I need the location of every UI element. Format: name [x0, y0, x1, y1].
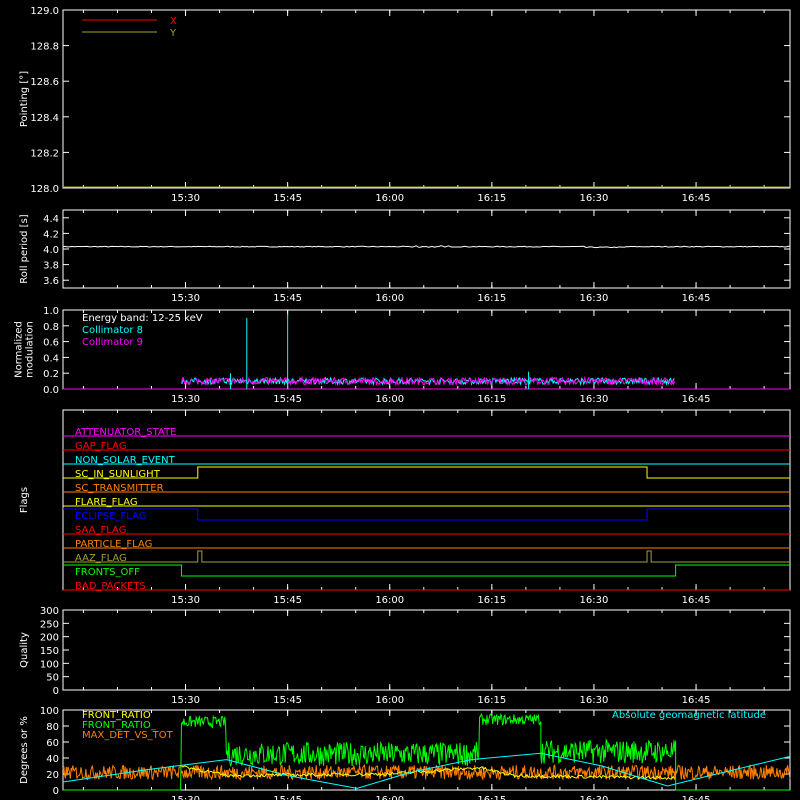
roll-period-series	[62, 245, 791, 249]
panel-modulation: 15:30 15:45 16:00 16:15 16:30 16:45 0.0 0.2 0.4 0…	[14, 306, 791, 405]
flag-label-eclipse-flag: ECLIPSE_FLAG	[75, 511, 146, 522]
y-tick-label: 100	[40, 706, 59, 717]
y-tick-label: 128.8	[30, 42, 59, 53]
legend-label-max-det-vs-tot: MAX_DET_VS_TOT	[82, 730, 174, 741]
x-tick-label: 16:45	[682, 795, 711, 800]
y-tick-label: 200	[40, 633, 59, 644]
y-tick-label: 250	[40, 619, 59, 630]
panel-frame	[62, 209, 791, 289]
y-tick-label: 0.8	[43, 322, 59, 333]
y-tick-label: 0.6	[43, 338, 59, 349]
rhessi-quicklook-chart: 15:30 15:45 16:00 16:15 16:30 16:45 128.0 128.2…	[14, 6, 791, 800]
y-tick-label: 40	[46, 754, 59, 765]
x-tick-label: 16:00	[375, 293, 404, 304]
y-axis-label: Flags	[19, 487, 30, 513]
energy-band-annotation: Energy band: 12-25 keV	[82, 313, 203, 324]
x-tick-label: 15:45	[273, 193, 302, 204]
x-tick-label: 16:45	[682, 293, 711, 304]
flag-trace-sc-in-sunlight	[63, 466, 790, 479]
flag-trace-aaz-flag	[63, 550, 790, 563]
legend-label-geomagnetic-latitude: Absolute geomagnetic latitude	[612, 710, 766, 721]
x-tick-label: 15:45	[273, 394, 302, 405]
y-tick-label: 80	[46, 722, 59, 733]
y-tick-label: 1.0	[43, 306, 59, 317]
x-tick-label: 16:00	[375, 795, 404, 800]
flag-label-fronts-off: FRONTS_OFF	[75, 567, 140, 578]
x-tick-label: 16:45	[682, 695, 711, 706]
y-tick-label: 4.4	[43, 214, 59, 225]
x-tick-label: 16:15	[477, 193, 506, 204]
y-axis-label: Degrees or %	[19, 716, 30, 784]
x-tick-label: 16:45	[682, 193, 711, 204]
y-tick-label: 4.2	[43, 229, 59, 240]
y-tick-label: 3.8	[43, 261, 59, 272]
panel-flags: 15:30 15:45 16:00 16:15 16:30 16:45FlagsATTEN…	[19, 409, 791, 606]
y-tick-label: 129.0	[30, 6, 59, 17]
x-tick-label: 15:30	[171, 193, 200, 204]
x-tick-label: 16:45	[682, 595, 711, 606]
y-tick-label: 20	[46, 770, 59, 781]
y-tick-label: 4.0	[43, 245, 59, 256]
y-tick-label: 0.2	[43, 369, 59, 380]
x-tick-label: 16:15	[477, 795, 506, 800]
x-tick-label: 16:45	[682, 394, 711, 405]
legend-label-X: X	[170, 16, 177, 27]
y-tick-label: 0	[53, 686, 59, 697]
legend-label-collimator-8: Collimator 8	[82, 325, 143, 336]
y-tick-label: 150	[40, 646, 59, 657]
panel-roll: 15:30 15:45 16:00 16:15 16:30 16:45 3.6 3.8 4.0 4…	[19, 209, 791, 304]
panel-quality: 15:30 15:45 16:00 16:15 16:30 16:45 0 50 100 150 2…	[19, 606, 791, 706]
y-axis-label: Roll period [s]	[19, 214, 30, 283]
x-tick-label: 16:00	[375, 193, 404, 204]
x-tick-label: 16:00	[375, 695, 404, 706]
y-tick-label: 300	[40, 606, 59, 617]
y-tick-label: 128.0	[30, 184, 59, 195]
y-tick-label: 128.6	[30, 77, 59, 88]
x-tick-label: 15:45	[273, 595, 302, 606]
x-tick-label: 16:00	[375, 595, 404, 606]
x-tick-label: 16:30	[580, 293, 609, 304]
y-axis-label: Pointing [°]	[19, 71, 30, 127]
x-tick-label: 16:30	[580, 595, 609, 606]
x-tick-label: 15:45	[273, 795, 302, 800]
x-tick-label: 15:30	[171, 394, 200, 405]
legend-label-collimator-9: Collimator 9	[82, 337, 143, 348]
x-tick-label: 15:30	[171, 695, 200, 706]
x-tick-label: 15:30	[171, 595, 200, 606]
flag-trace-fronts-off	[63, 564, 790, 577]
x-tick-label: 16:15	[477, 293, 506, 304]
x-tick-label: 16:30	[580, 193, 609, 204]
y-tick-label: 128.2	[30, 148, 59, 159]
x-tick-label: 15:45	[273, 695, 302, 706]
x-tick-label: 16:00	[375, 394, 404, 405]
y-tick-label: 0.4	[43, 353, 59, 364]
x-tick-label: 16:15	[477, 595, 506, 606]
y-axis-label: Normalized	[14, 321, 25, 378]
x-tick-label: 16:30	[580, 394, 609, 405]
y-tick-label: 100	[40, 659, 59, 670]
y-tick-label: 128.4	[30, 113, 59, 124]
x-tick-label: 15:30	[171, 795, 200, 800]
y-axis-label: modulation	[25, 321, 36, 378]
x-tick-label: 15:30	[171, 293, 200, 304]
x-tick-label: 16:15	[477, 394, 506, 405]
x-tick-label: 16:15	[477, 695, 506, 706]
y-tick-label: 0	[53, 786, 59, 797]
y-tick-label: 3.6	[43, 276, 59, 287]
panel-frame	[62, 609, 791, 691]
legend-label-Y: Y	[169, 28, 177, 39]
y-axis-label: Quality	[19, 632, 30, 668]
y-tick-label: 60	[46, 738, 59, 749]
panel-ratios: 15:30 15:45 16:00 16:15 16:30 16:45 0 20 40 60 80 1…	[19, 706, 791, 800]
flag-trace-eclipse-flag	[63, 508, 790, 521]
x-tick-label: 16:30	[580, 795, 609, 800]
y-tick-label: 0.0	[43, 385, 59, 396]
x-tick-label: 16:30	[580, 695, 609, 706]
panel-pointing: 15:30 15:45 16:00 16:15 16:30 16:45 128.0 128.2…	[19, 6, 791, 204]
y-tick-label: 50	[46, 673, 59, 684]
x-tick-label: 15:45	[273, 293, 302, 304]
